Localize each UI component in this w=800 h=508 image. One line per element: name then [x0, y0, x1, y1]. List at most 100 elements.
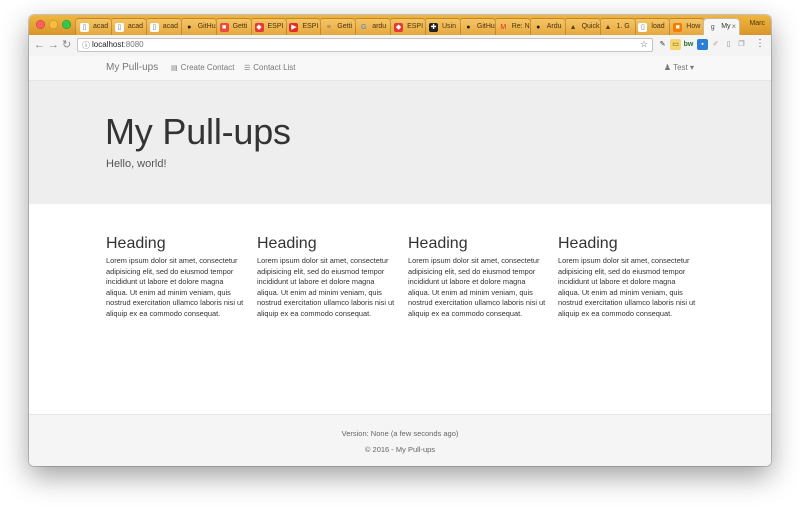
nav-link-create-contact[interactable]: ▤ Create Contact — [171, 63, 234, 72]
profile-name[interactable]: Marc — [749, 20, 765, 27]
nav-link-label: Contact List — [253, 63, 296, 72]
browser-tab[interactable]: ▯ acad — [75, 18, 112, 35]
github-icon: ● — [466, 24, 471, 31]
browser-tab[interactable]: ▶ ESPI — [284, 18, 322, 35]
tab-title: acad — [127, 23, 144, 30]
pdf-icon: ◆ — [394, 23, 404, 32]
column-heading: Heading — [257, 235, 317, 252]
pen-gray-extension-icon[interactable]: ✐ — [710, 39, 721, 50]
browser-tab[interactable]: ▯ acad — [144, 18, 182, 35]
navbar-brand[interactable]: My Pull-ups — [106, 62, 158, 73]
document-icon: ▯ — [114, 23, 124, 32]
reload-icon[interactable]: ↻ — [62, 39, 71, 52]
content-column: Heading Lorem ipsum dolor sit amet, cons… — [257, 235, 397, 319]
page-title: My Pull-ups — [105, 111, 291, 152]
bw-extension-icon[interactable]: bw — [683, 39, 694, 50]
column-text: Lorem ipsum dolor sit amet, consectetur … — [106, 256, 244, 318]
column-heading: Heading — [558, 235, 618, 252]
jumbotron: My Pull-ups Hello, world! — [29, 81, 771, 204]
nav-link-contact-list[interactable]: ☰ Contact List — [244, 63, 296, 72]
browser-tab[interactable]: ■ Getti — [214, 18, 252, 35]
content-column: Heading Lorem ipsum dolor sit amet, cons… — [558, 235, 698, 319]
document-icon: ▯ — [149, 23, 159, 32]
browser-tab[interactable]: ≡ Getti — [319, 18, 357, 35]
browser-tab[interactable]: ✚ Usin — [424, 18, 461, 35]
close-tab-icon[interactable]: × — [732, 22, 737, 31]
info-icon[interactable]: ⓘ — [82, 40, 90, 51]
browser-window: ▯ acad ▯ acad ▯ acad ● GitHu ■ Getti ◆ ESPI ▶ ESPI ≡ Ge… — [29, 15, 771, 466]
bookmark-star-icon[interactable]: ☆ — [640, 39, 648, 50]
document-icon: ▯ — [638, 23, 648, 32]
user-icon: ♟ — [663, 63, 671, 72]
content-column: Heading Lorem ipsum dolor sit amet, cons… — [408, 235, 548, 319]
pdf-icon: ◆ — [254, 23, 264, 32]
browser-tab[interactable]: M Re: N — [493, 18, 531, 35]
tab-title: load — [651, 23, 665, 30]
tab-title: ESPI — [407, 23, 424, 30]
maximize-window-icon[interactable] — [62, 20, 71, 29]
browser-tab[interactable]: ● GitHu — [458, 18, 496, 35]
url-host: localhost — [92, 40, 124, 49]
tab-title: acad — [93, 23, 109, 30]
user-name: Test — [673, 63, 688, 72]
tab-title: My — [721, 23, 731, 30]
column-text: Lorem ipsum dolor sit amet, consectetur … — [408, 256, 546, 318]
tab-title: Usin — [442, 23, 457, 30]
tab-title: GitHu — [197, 23, 216, 30]
tab-strip: ▯ acad ▯ acad ▯ acad ● GitHu ■ Getti ◆ ESPI ▶ ESPI ≡ Ge… — [29, 15, 771, 35]
puzzle-icon: ✚ — [429, 23, 438, 32]
browser-tab[interactable]: ▯ load — [633, 18, 671, 35]
tab-title: acad — [162, 23, 178, 30]
tab-title: Re: N — [511, 23, 530, 30]
column-text: Lorem ipsum dolor sit amet, consectetur … — [257, 256, 395, 318]
user-dropdown[interactable]: ♟ Test ▾ — [664, 63, 694, 72]
document-icon: ▯ — [80, 23, 89, 32]
column-heading: Heading — [106, 235, 166, 252]
browser-tab[interactable]: Gardu — [354, 18, 392, 35]
site-navbar: My Pull-ups ▤ Create Contact ☰ Contact Lis… — [29, 56, 771, 81]
web-page: My Pull-ups ▤ Create Contact ☰ Contact Lis… — [29, 56, 771, 466]
browser-tab[interactable]: ▯ acad — [109, 18, 147, 35]
list-icon: ≡ — [326, 24, 331, 31]
browser-toolbar: ← → ↻ ⓘ localhost:8080 ☆ ✎ ▭ bw ▪ ✐ ▯ ❐ … — [29, 35, 771, 57]
browser-tab[interactable]: ◆ ESPI — [389, 18, 427, 35]
back-arrow-icon[interactable]: ← — [34, 39, 45, 52]
close-window-icon[interactable] — [36, 20, 45, 29]
browser-tab[interactable]: ◆ ESPI — [249, 18, 287, 35]
tab-title: 1. G — [616, 23, 630, 30]
content-column: Heading Lorem ipsum dolor sit amet, cons… — [106, 235, 246, 319]
tab-title: Quick — [581, 23, 600, 30]
github-icon: ● — [536, 24, 541, 31]
note-extension-icon[interactable]: ▭ — [670, 39, 681, 50]
column-text: Lorem ipsum dolor sit amet, consectetur … — [558, 256, 696, 318]
tab-title: Getti — [337, 23, 353, 30]
address-bar[interactable]: ⓘ localhost:8080 ☆ — [77, 38, 653, 52]
column-heading: Heading — [408, 235, 468, 252]
glyph-icon: g — [710, 24, 715, 31]
browser-tab[interactable]: ● Ardu — [528, 18, 566, 35]
tab-title: GitHu — [476, 23, 495, 30]
footer-version: Version: None (a few seconds ago) — [341, 429, 459, 438]
browser-tab[interactable]: ▲ Quick — [563, 18, 601, 35]
forward-arrow-icon[interactable]: → — [48, 39, 59, 52]
browser-tab[interactable]: ■ How — [668, 18, 706, 35]
footer-copyright: © 2016 - My Pull-ups — [364, 445, 436, 454]
list-icon: ☰ — [244, 65, 251, 72]
tab-title: ardu — [372, 23, 387, 30]
blue-extension-icon[interactable]: ▪ — [697, 39, 708, 50]
tab-title: How — [686, 23, 701, 30]
pen-extension-icon[interactable]: ✎ — [657, 39, 668, 50]
tab-title: ESPI — [267, 23, 284, 30]
browser-tab[interactable]: g My × — [703, 18, 741, 35]
window-extension-icon[interactable]: ❐ — [736, 39, 747, 50]
minimize-window-icon[interactable] — [49, 20, 58, 29]
browser-menu-icon[interactable]: ⋮ — [755, 38, 765, 49]
tab-title: ESPI — [302, 23, 319, 30]
orange-square-icon: ■ — [673, 23, 683, 32]
google-icon: G — [360, 24, 367, 31]
browser-tab[interactable]: ▲ 1. G — [598, 18, 636, 35]
site-footer: Version: None (a few seconds ago) © 2016… — [29, 414, 771, 466]
browser-tab[interactable]: ● GitHu — [179, 18, 217, 35]
window-controls — [36, 20, 76, 30]
page-extension-icon[interactable]: ▯ — [723, 39, 734, 50]
